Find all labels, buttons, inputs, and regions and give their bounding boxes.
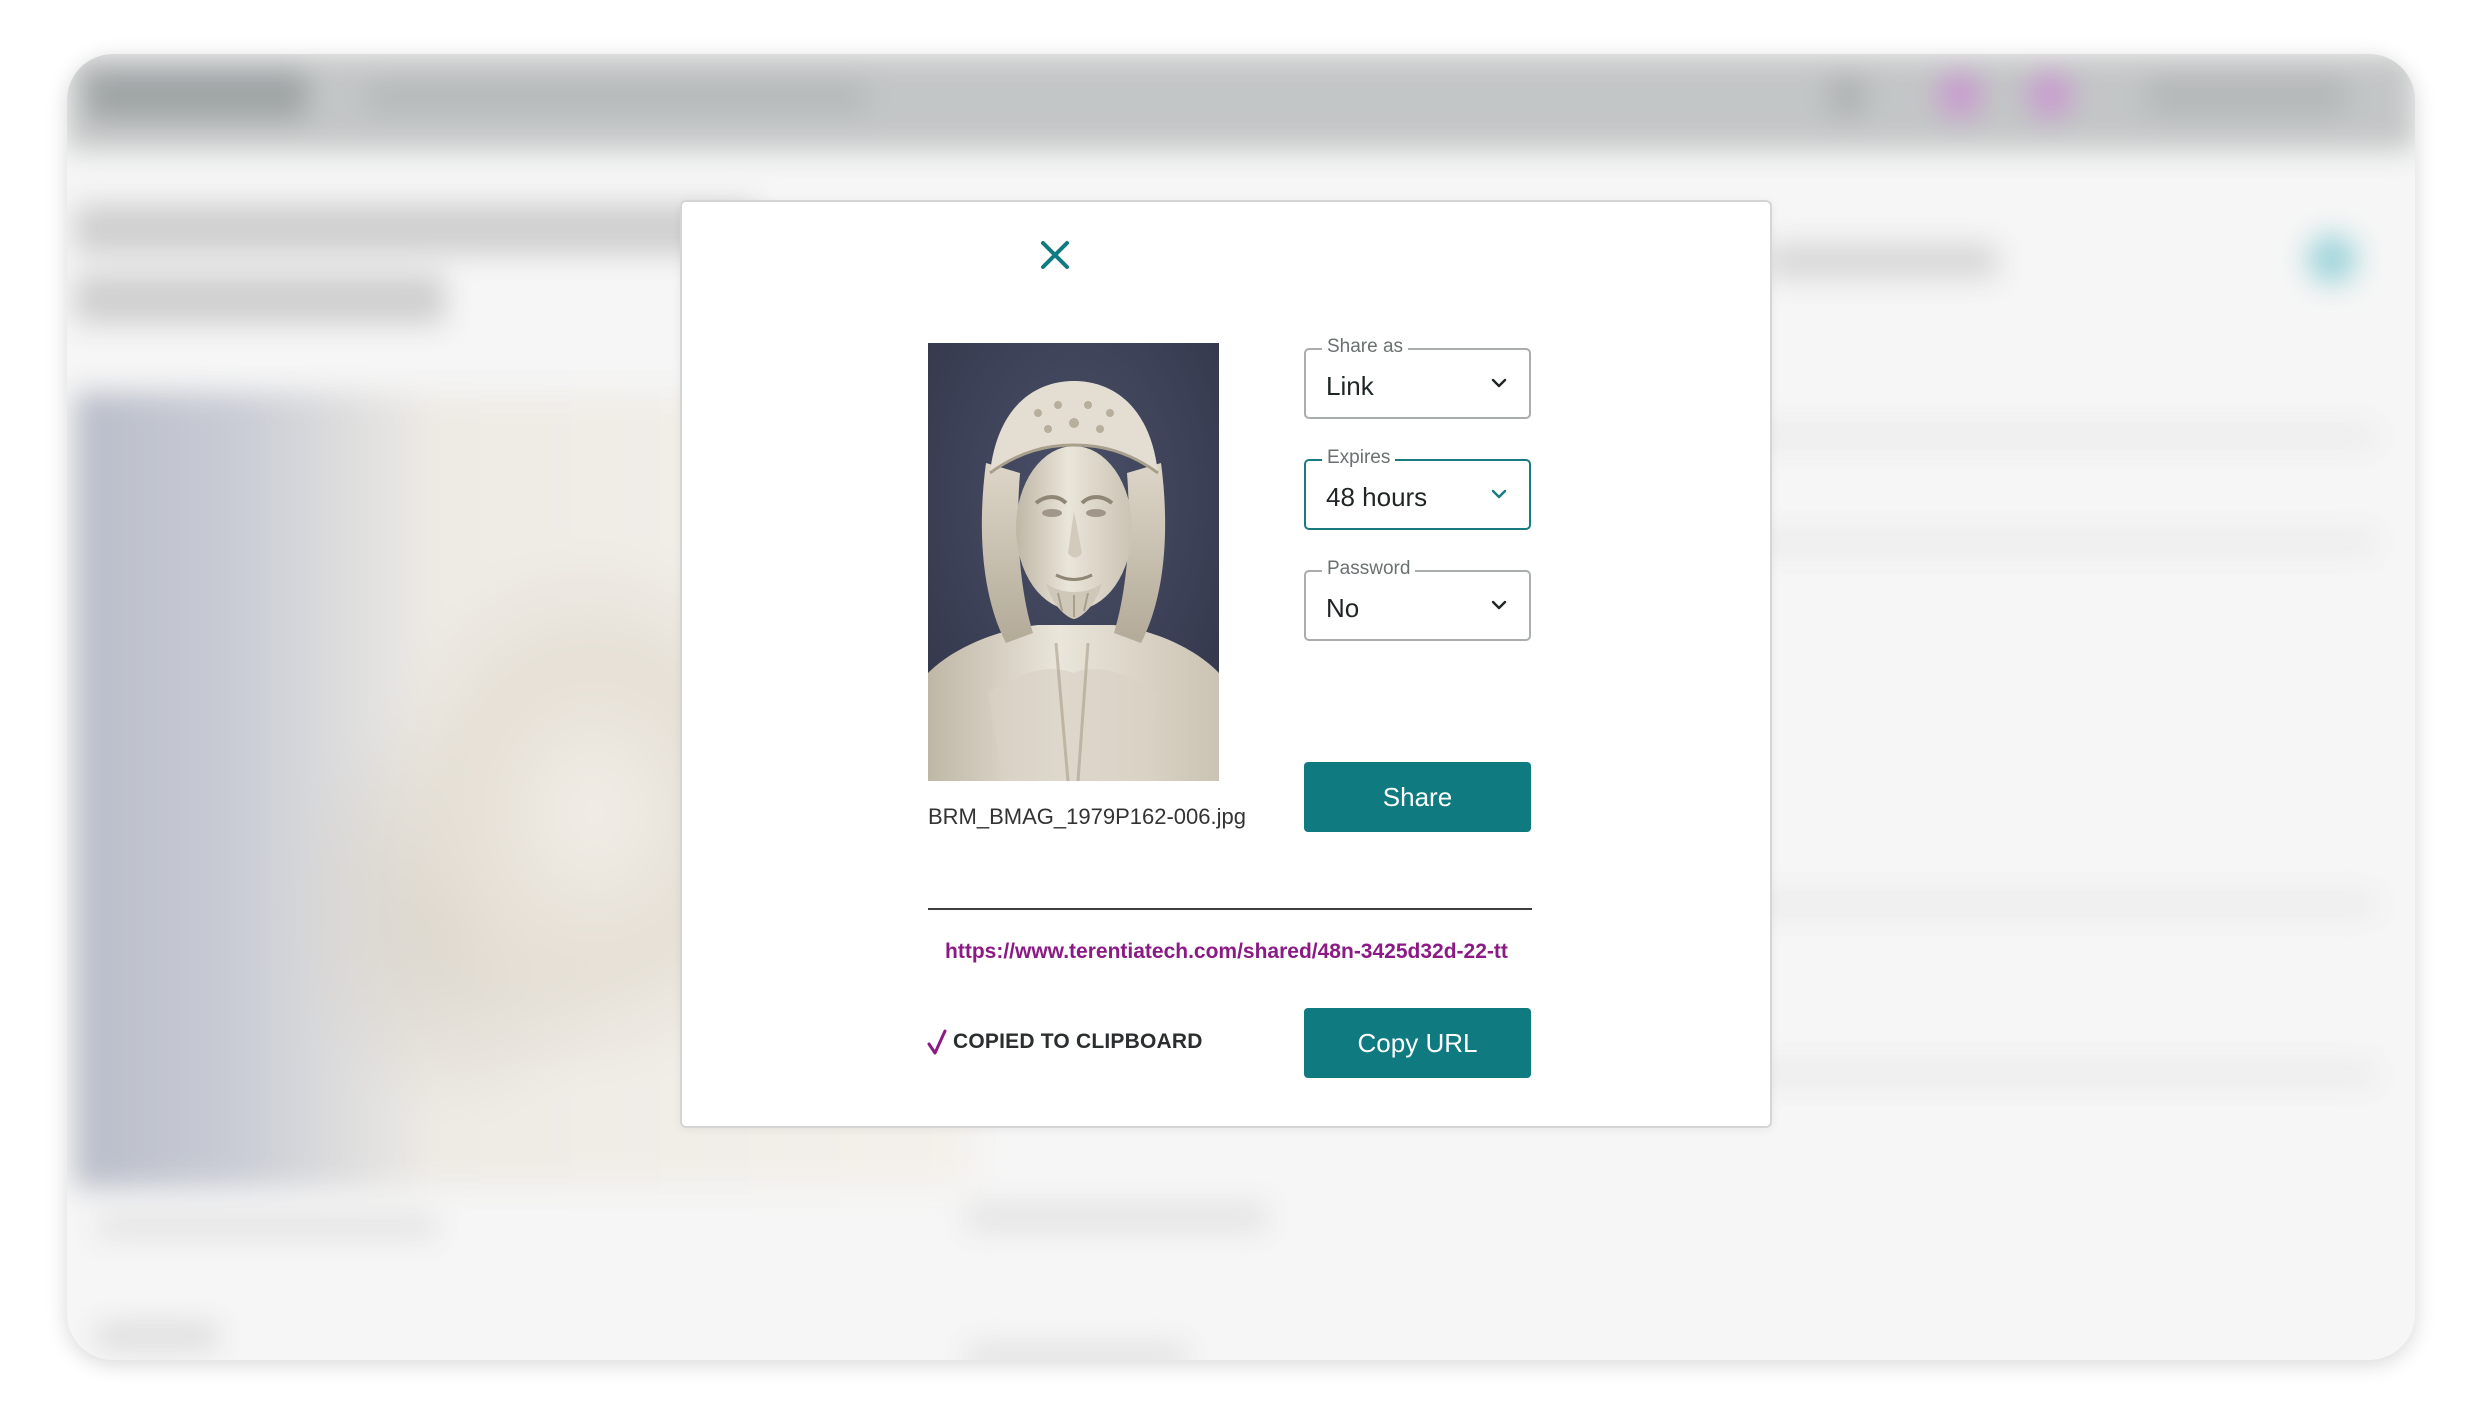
copied-status: COPIED TO CLIPBOARD: [927, 1028, 1203, 1056]
password-value: No: [1326, 593, 1360, 623]
chevron-down-icon: [1491, 378, 1507, 388]
password-select[interactable]: No: [1304, 570, 1531, 641]
expires-label: Expires: [1322, 447, 1396, 469]
share-as-value: Link: [1326, 371, 1374, 401]
chevron-down-icon: [1491, 600, 1507, 610]
share-as-select[interactable]: Link: [1304, 348, 1531, 419]
artwork-preview-image: [928, 343, 1219, 781]
copied-status-text: COPIED TO CLIPBOARD: [953, 1030, 1203, 1053]
background-heading: [1767, 244, 1997, 278]
background-accent-badge: [2307, 234, 2357, 284]
close-button[interactable]: [1032, 232, 1078, 278]
close-icon: [1041, 241, 1069, 269]
background-section: [967, 1344, 1187, 1360]
share-button[interactable]: Share: [1304, 762, 1531, 832]
checkmark-icon: [927, 1029, 947, 1055]
expires-value: 48 hours: [1326, 482, 1428, 512]
background-section: [967, 1204, 1267, 1230]
chevron-down-icon: [1491, 489, 1507, 499]
share-url-link[interactable]: https://www.terentiatech.com/shared/48n-…: [945, 940, 1508, 964]
share-as-label: Share as: [1322, 336, 1409, 358]
background-page-title: [75, 204, 755, 324]
background-caption: [97, 1214, 437, 1238]
divider: [928, 908, 1532, 910]
background-tags: [97, 1324, 217, 1348]
expires-select[interactable]: 48 hours: [1304, 459, 1531, 530]
image-filename: BRM_BMAG_1979P162-006.jpg: [928, 804, 1246, 829]
password-label: Password: [1322, 558, 1416, 580]
copy-url-button[interactable]: Copy URL: [1304, 1008, 1531, 1078]
background-top-bar: [67, 54, 2415, 150]
share-dialog: [680, 200, 1772, 1128]
